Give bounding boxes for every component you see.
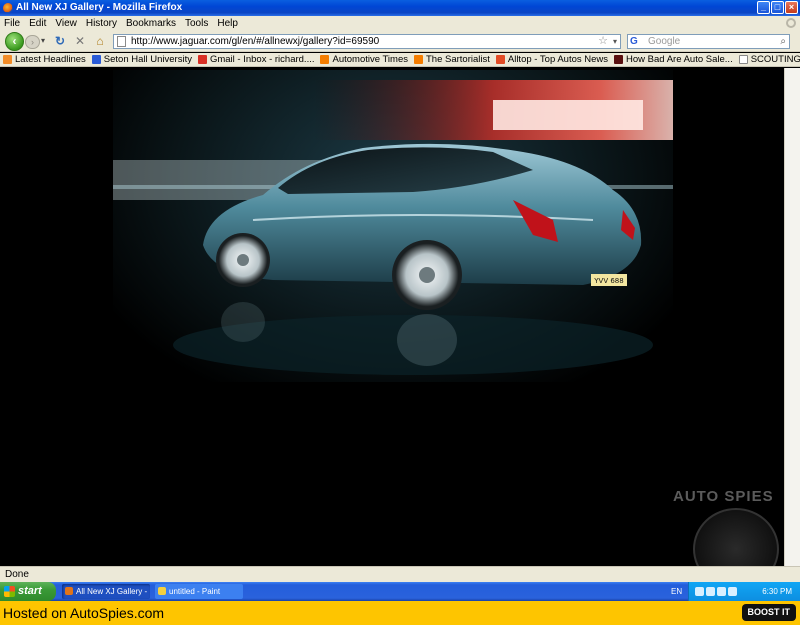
start-button[interactable]: start bbox=[0, 582, 56, 601]
navigation-toolbar: ‹ › ▾ ↻ ✕ ⌂ http://www.jaguar.com/gl/en/… bbox=[0, 31, 800, 52]
menu-help[interactable]: Help bbox=[217, 18, 238, 29]
university-icon bbox=[91, 55, 101, 64]
license-plate: YVV 688 bbox=[593, 277, 623, 285]
throbber-icon bbox=[786, 18, 796, 28]
car-illustration: YVV 688 bbox=[113, 80, 673, 375]
rss-icon bbox=[3, 55, 12, 64]
maximize-button[interactable]: □ bbox=[771, 1, 784, 14]
paint-icon bbox=[158, 587, 166, 595]
tray-icons bbox=[695, 587, 737, 596]
bookmarks-toolbar: Latest Headlines Seton Hall University G… bbox=[0, 53, 800, 67]
back-button[interactable]: ‹ bbox=[5, 32, 24, 51]
tray-clock[interactable]: 6:30 PM bbox=[762, 582, 792, 601]
url-text: http://www.jaguar.com/gl/en/#/allnewxj/g… bbox=[131, 36, 380, 47]
volume-icon[interactable] bbox=[717, 587, 726, 596]
bookmark-auto-sales[interactable]: How Bad Are Auto Sale... bbox=[614, 54, 733, 65]
boost-it-button[interactable]: BOOST IT bbox=[741, 604, 796, 621]
search-input[interactable]: G Google ⌕ bbox=[627, 34, 790, 49]
bookmark-gmail[interactable]: Gmail - Inbox - richard.... bbox=[197, 54, 314, 65]
bookmark-automotive-times[interactable]: Automotive Times bbox=[320, 54, 408, 65]
history-dropdown-icon[interactable]: ▾ bbox=[41, 36, 45, 45]
page-icon bbox=[738, 55, 748, 64]
bookmark-latest-headlines[interactable]: Latest Headlines bbox=[3, 54, 86, 65]
google-engine-icon[interactable]: G bbox=[630, 36, 642, 47]
status-bar: Done bbox=[0, 566, 800, 582]
status-text: Done bbox=[5, 569, 29, 580]
auto-spies-watermark: AUTO SPIES bbox=[673, 488, 774, 505]
bookmark-scouting-ny[interactable]: SCOUTING NY - www.s... bbox=[738, 54, 800, 65]
close-button[interactable]: × bbox=[785, 1, 798, 14]
alltop-icon bbox=[495, 55, 505, 64]
security-icon[interactable] bbox=[706, 587, 715, 596]
reload-icon[interactable]: ↻ bbox=[53, 34, 67, 48]
gmail-icon bbox=[197, 55, 207, 64]
window-titlebar: All New XJ Gallery - Mozilla Firefox _ □… bbox=[0, 0, 800, 16]
forward-button[interactable]: › bbox=[25, 35, 40, 49]
system-tray: EN 6:30 PM bbox=[671, 582, 800, 601]
network-icon[interactable] bbox=[695, 587, 704, 596]
stop-icon[interactable]: ✕ bbox=[73, 34, 87, 48]
taskbar-item-paint[interactable]: untitled - Paint bbox=[155, 584, 243, 599]
windows-logo-icon bbox=[4, 586, 15, 597]
hosted-on-text: Hosted on AutoSpies.com bbox=[3, 605, 165, 621]
window-controls: _ □ × bbox=[757, 1, 798, 14]
minimize-button[interactable]: _ bbox=[757, 1, 770, 14]
menu-bar: File Edit View History Bookmarks Tools H… bbox=[0, 16, 800, 31]
home-icon[interactable]: ⌂ bbox=[93, 34, 107, 48]
windows-taskbar: start All New XJ Gallery - M... untitled… bbox=[0, 582, 800, 601]
menu-bookmarks[interactable]: Bookmarks bbox=[126, 18, 176, 29]
language-indicator[interactable]: EN bbox=[671, 582, 682, 601]
vertical-scrollbar[interactable] bbox=[784, 68, 800, 566]
blogger-icon bbox=[320, 55, 330, 64]
menu-edit[interactable]: Edit bbox=[29, 18, 46, 29]
menu-file[interactable]: File bbox=[4, 18, 20, 29]
window-title: All New XJ Gallery - Mozilla Firefox bbox=[16, 2, 183, 13]
bookmark-sartorialist[interactable]: The Sartorialist bbox=[413, 54, 490, 65]
firefox-icon bbox=[65, 587, 73, 595]
url-dropdown-icon[interactable]: ▾ bbox=[613, 35, 617, 48]
page-content: YVV 688 AUTO SPIES bbox=[3, 68, 784, 590]
bookmark-star-icon[interactable]: ☆ bbox=[598, 35, 608, 48]
menu-tools[interactable]: Tools bbox=[185, 18, 208, 29]
taskbar-item-firefox[interactable]: All New XJ Gallery - M... bbox=[62, 584, 150, 599]
firefox-icon bbox=[3, 3, 13, 13]
jaguar-xj-gallery-image[interactable]: YVV 688 bbox=[113, 70, 673, 382]
update-icon[interactable] bbox=[728, 587, 737, 596]
url-bar[interactable]: http://www.jaguar.com/gl/en/#/allnewxj/g… bbox=[113, 34, 621, 49]
search-icon[interactable]: ⌕ bbox=[780, 35, 786, 48]
blogger-icon bbox=[413, 55, 423, 64]
menu-view[interactable]: View bbox=[55, 18, 77, 29]
search-placeholder: Google bbox=[648, 36, 681, 47]
site-icon bbox=[614, 55, 624, 64]
page-icon bbox=[117, 36, 126, 47]
bookmark-seton-hall[interactable]: Seton Hall University bbox=[91, 54, 192, 65]
bookmark-alltop[interactable]: Alltop - Top Autos News bbox=[495, 54, 608, 65]
menu-history[interactable]: History bbox=[86, 18, 117, 29]
autospies-footer: Hosted on AutoSpies.com BOOST IT bbox=[0, 601, 800, 625]
